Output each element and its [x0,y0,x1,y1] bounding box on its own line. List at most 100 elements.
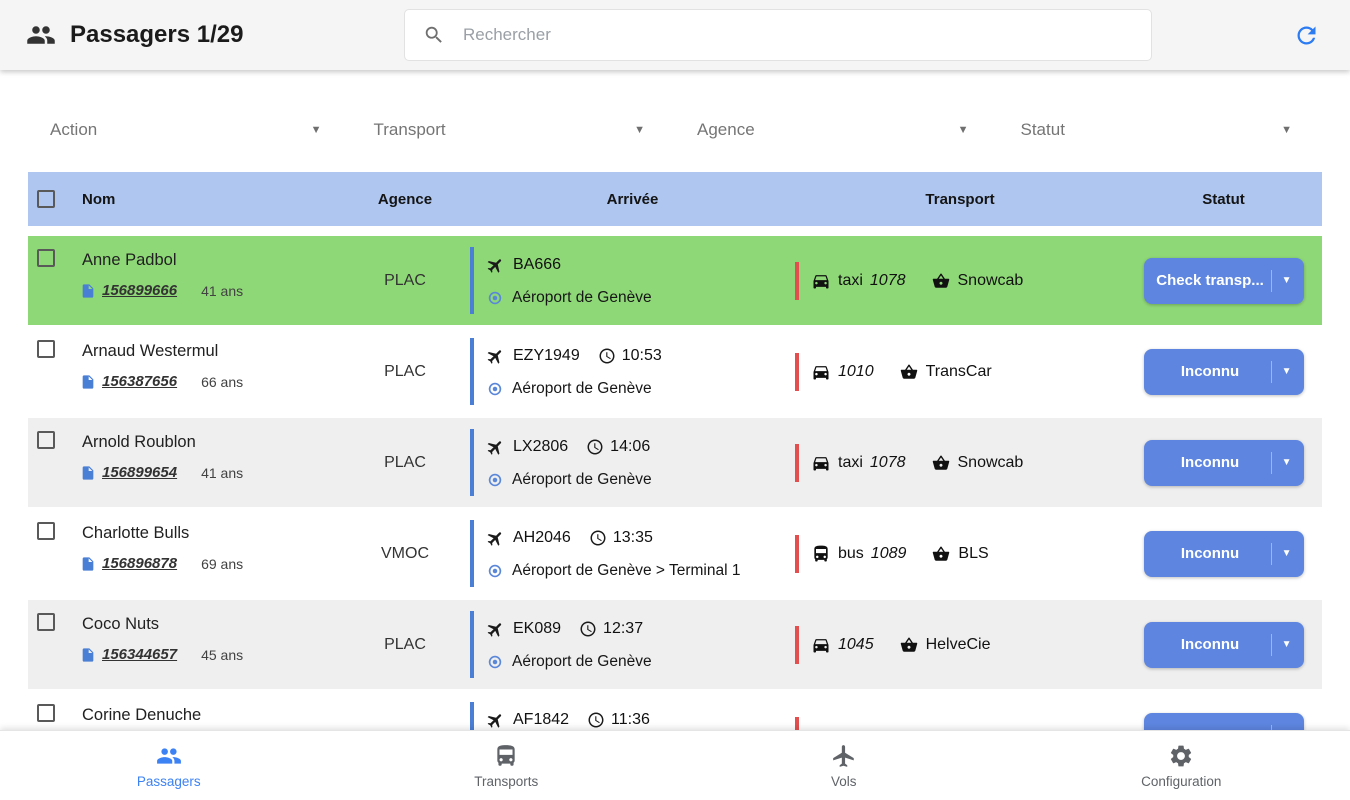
filter-bar: Action ▼ Transport ▼ Agence ▼ Statut ▼ [28,70,1322,152]
clock-icon [598,347,616,365]
status-button[interactable]: ▼ [1144,713,1304,731]
arrival-accent-bar [470,702,474,730]
arrival-time: 13:35 [613,529,653,547]
nav-item-passagers[interactable]: Passagers [0,731,338,800]
row-checkbox[interactable] [37,249,55,267]
agency: PLAC [340,600,470,689]
passenger-age: 45 ans [201,647,243,663]
passenger-name: Arnold Roublon [80,433,340,452]
location-icon [486,471,504,489]
flight-icon [486,438,505,457]
chevron-down-icon: ▼ [1271,543,1292,565]
transport-number: 1078 [870,272,906,290]
arrival-airport: Aéroport de Genève [512,471,652,489]
status-button[interactable]: Inconnu ▼ [1144,531,1304,577]
filter-action[interactable]: Action ▼ [28,108,352,152]
arrival-time: 12:37 [603,620,643,638]
search-box[interactable] [404,9,1152,61]
flight-icon [486,256,505,275]
title-wrap: Passagers 1/29 [26,20,404,50]
flight-icon [486,529,505,548]
filter-statut[interactable]: Statut ▼ [999,108,1323,152]
passenger-id-link[interactable]: 156344657 [102,646,177,663]
passenger-id-link[interactable]: 156899666 [102,282,177,299]
column-header-nom: Nom [80,191,340,208]
chevron-down-icon: ▼ [1271,270,1292,292]
arrival-airport: Aéroport de Genève [512,380,652,398]
passenger-row: Charlotte Bulls 156896878 69 ans VMOC AH… [28,509,1322,600]
document-icon [80,647,96,663]
document-icon [80,374,96,390]
passenger-name: Corine Denuche [80,706,340,725]
nav-item-transports[interactable]: Transports [338,731,676,800]
clock-icon [586,438,604,456]
basket-icon [932,545,950,563]
transport-accent-bar [795,353,799,391]
transport-company: Snowcab [958,454,1024,472]
select-all-checkbox[interactable] [37,190,55,208]
location-icon [486,380,504,398]
row-checkbox[interactable] [37,431,55,449]
basket-icon [900,636,918,654]
passengers-icon [26,20,56,50]
agency: PLAC [340,418,470,507]
flight-number: LX2806 [513,438,568,456]
flight-icon [831,743,857,769]
search-input[interactable] [461,24,1133,46]
passenger-name: Arnaud Westermul [80,342,340,361]
flight-icon [486,347,505,366]
status-label: Inconnu [1156,363,1265,380]
filter-transport[interactable]: Transport ▼ [352,108,676,152]
arrival-accent-bar [470,247,474,314]
arrival-accent-bar [470,611,474,678]
vehicle-icon [811,635,831,655]
status-button[interactable]: Inconnu ▼ [1144,622,1304,668]
passenger-row: Coco Nuts 156344657 45 ans PLAC EK089 [28,600,1322,691]
table-header: Nom Agence Arrivée Transport Statut [28,172,1322,226]
passenger-id-link[interactable]: 156387656 [102,373,177,390]
flight-number: BA666 [513,256,561,274]
clock-icon [587,711,605,729]
agency: PLAC [340,236,470,325]
passenger-age: 41 ans [201,283,243,299]
column-header-transport: Transport [795,191,1125,208]
transport-number: 1010 [838,363,874,381]
passenger-id-link[interactable]: 156899654 [102,464,177,481]
vehicle-icon [811,453,831,473]
nav-item-configuration[interactable]: Configuration [1013,731,1350,800]
row-checkbox[interactable] [37,340,55,358]
passenger-id-link[interactable]: 156896878 [102,555,177,572]
vehicle-icon [811,544,831,564]
filter-statut-label: Statut [1021,120,1065,140]
main-content: Action ▼ Transport ▼ Agence ▼ Statut ▼ N… [0,70,1350,730]
flight-number: EZY1949 [513,347,580,365]
transport-company: Snowcab [958,272,1024,290]
row-checkbox[interactable] [37,522,55,540]
basket-icon [932,272,950,290]
nav-label: Transports [474,774,538,789]
nav-label: Configuration [1141,774,1221,789]
location-icon [486,289,504,307]
document-icon [80,283,96,299]
refresh-button[interactable] [1289,18,1324,53]
passenger-name: Anne Padbol [80,251,340,270]
document-icon [80,556,96,572]
row-checkbox[interactable] [37,613,55,631]
row-checkbox[interactable] [37,704,55,722]
status-label: Inconnu [1156,454,1265,471]
passenger-age: 66 ans [201,374,243,390]
passengers-icon [156,743,182,769]
status-button[interactable]: Inconnu ▼ [1144,440,1304,486]
status-button[interactable]: Inconnu ▼ [1144,349,1304,395]
column-header-statut: Statut [1125,191,1322,208]
transport-company: TransCar [926,363,992,381]
flight-number: EK089 [513,620,561,638]
arrival-airport: Aéroport de Genève [512,289,652,307]
filter-agence[interactable]: Agence ▼ [675,108,999,152]
clock-icon [589,529,607,547]
passenger-age: 41 ans [201,465,243,481]
document-icon [80,465,96,481]
nav-item-vols[interactable]: Vols [675,731,1013,800]
transport-company: BLS [958,545,988,563]
status-button[interactable]: Check transp... ▼ [1144,258,1304,304]
